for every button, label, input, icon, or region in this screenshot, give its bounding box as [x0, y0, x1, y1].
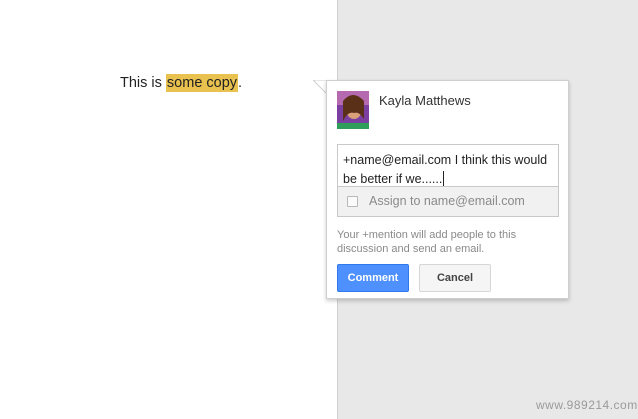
comment-button[interactable]: Comment	[337, 264, 409, 292]
mention-hint: Your +mention will add people to this di…	[337, 229, 517, 255]
comment-input[interactable]: +name@email.com I think this would be be…	[337, 144, 559, 186]
comment-popup: Kayla Matthews +name@email.com I think t…	[326, 80, 569, 299]
assign-row[interactable]: Assign to name@email.com	[337, 186, 559, 217]
cancel-button[interactable]: Cancel	[419, 264, 491, 292]
watermark: www.989214.com	[536, 398, 638, 412]
comment-input-text: +name@email.com I think this would be be…	[343, 153, 548, 186]
highlighted-text[interactable]: some copy	[165, 74, 239, 92]
assign-label[interactable]: Assign to name@email.com	[369, 194, 525, 208]
text-before-highlight: This is	[120, 75, 166, 91]
document-page[interactable]: This is some copy.	[0, 0, 338, 419]
text-after-highlight: .	[238, 75, 243, 91]
document-text[interactable]: This is some copy.	[120, 73, 242, 93]
assign-checkbox[interactable]	[347, 196, 358, 207]
author-name: Kayla Matthews	[379, 93, 471, 108]
text-caret	[443, 171, 445, 186]
avatar	[337, 91, 369, 129]
